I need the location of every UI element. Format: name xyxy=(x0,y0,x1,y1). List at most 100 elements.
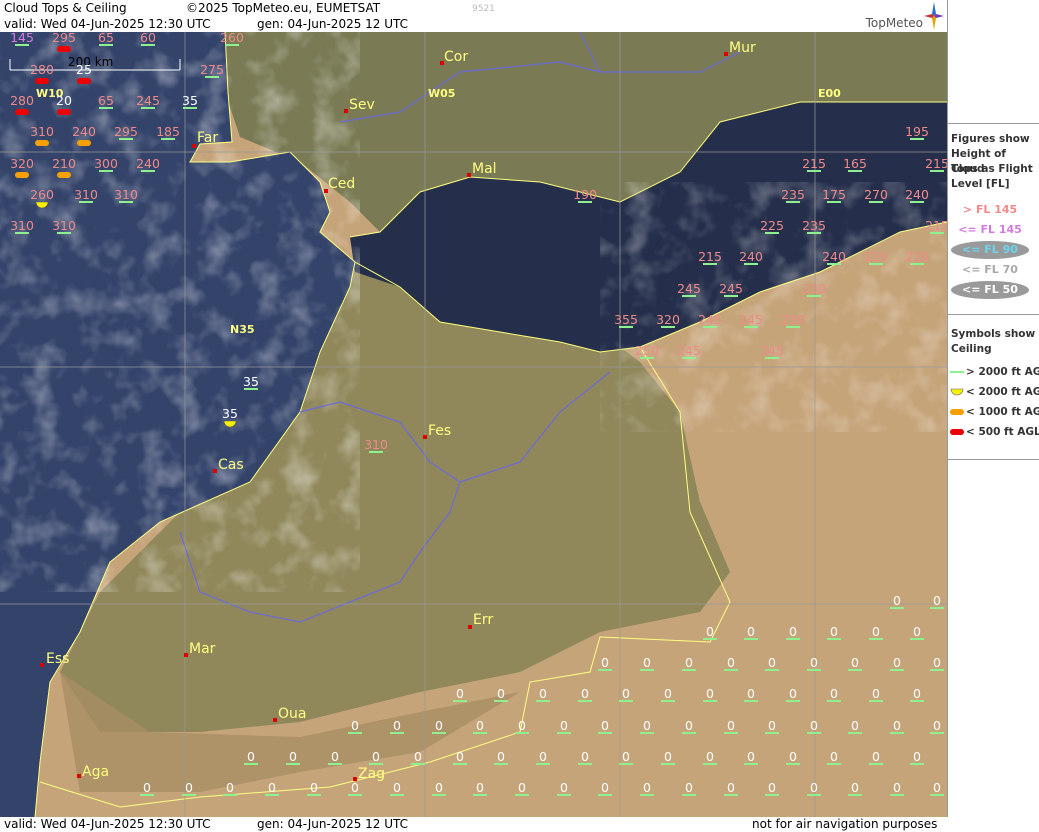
cloud-top-figure: 310 xyxy=(114,187,138,202)
cloud-top-figure: 310 xyxy=(30,124,54,139)
observation-station: 250 xyxy=(635,343,659,359)
cloud-top-figure: 175 xyxy=(822,187,846,202)
cloud-top-figure: 295 xyxy=(52,32,76,45)
cloud-top-figure: 0 xyxy=(226,780,234,795)
cloud-top-figure: 0 xyxy=(830,624,838,639)
cloud-top-figure: 0 xyxy=(331,749,339,764)
observation-station: 245 xyxy=(677,343,701,359)
city-dot xyxy=(192,144,196,148)
cloud-top-figure: 145 xyxy=(10,32,34,45)
cloud-top-figure: 0 xyxy=(747,749,755,764)
observation-station: 165 xyxy=(843,156,867,172)
city-aga: Aga xyxy=(82,764,109,780)
cloud-top-figure: 0 xyxy=(289,749,297,764)
city-dot xyxy=(468,625,472,629)
cloud-top-figure: 0 xyxy=(393,780,401,795)
cloud-top-figure: 0 xyxy=(706,624,714,639)
cloud-top-figure: 0 xyxy=(435,780,443,795)
footer-valid-time: valid: Wed 04-Jun-2025 12:30 UTC xyxy=(4,817,211,831)
cloud-top-figure: 0 xyxy=(747,686,755,701)
cloud-top-figure: 320 xyxy=(656,312,680,327)
legend-symbol-label: < 1000 ft AGL xyxy=(966,406,1039,418)
observation-station: 270 xyxy=(864,187,888,203)
cloud-top-figure: 0 xyxy=(497,686,505,701)
observation-station: 245 xyxy=(760,343,784,359)
observation-station: 245 xyxy=(136,93,160,109)
satellite-map[interactable]: 200 km W10 W05 E00 N35 Cor Mur Sev Far C… xyxy=(0,32,947,817)
cloud-top-figure: 0 xyxy=(372,749,380,764)
cloud-top-figure: 165 xyxy=(843,156,867,171)
cloud-top-figure: 0 xyxy=(185,780,193,795)
ceiling-pill-orange-icon xyxy=(950,409,964,415)
cloud-top-figure: 295 xyxy=(114,124,138,139)
cloud-top-figure: 0 xyxy=(810,780,818,795)
cloud-top-figure: 0 xyxy=(560,780,568,795)
cloud-top-figure: 0 xyxy=(685,655,693,670)
city-mal: Mal xyxy=(472,161,497,177)
cloud-top-figure: 0 xyxy=(581,749,589,764)
city-ess: Ess xyxy=(46,651,69,667)
cloud-top-figure: 0 xyxy=(664,749,672,764)
cloud-top-figure: 320 xyxy=(10,156,34,171)
ceiling-orange-pill-icon xyxy=(57,172,71,178)
cloud-top-figure: 60 xyxy=(140,32,156,45)
brand-name: TopMeteo xyxy=(865,16,923,30)
cloud-top-figure: 260 xyxy=(30,187,54,202)
ceiling-orange-pill-icon xyxy=(35,140,49,146)
cloud-top-figure: 0 xyxy=(622,749,630,764)
cloud-top-figure: 0 xyxy=(643,655,651,670)
cloud-top-figure: 0 xyxy=(268,780,276,795)
cloud-top-figure: 310 xyxy=(364,437,388,452)
cloud-top-figure: 0 xyxy=(393,718,401,733)
cloud-top-figure: 0 xyxy=(768,655,776,670)
legend-level-70: <= FL 70 xyxy=(962,263,1018,276)
cloud-top-figure: 225 xyxy=(760,218,784,233)
cloud-top-figure: 185 xyxy=(156,124,180,139)
cloud-top-figure: 190 xyxy=(573,187,597,202)
topmeteo-logo: TopMeteo xyxy=(847,0,945,32)
city-mur: Mur xyxy=(729,40,756,56)
cloud-top-figure: 0 xyxy=(913,686,921,701)
city-dot xyxy=(423,435,427,439)
observation-station: 300 xyxy=(94,156,118,172)
observation-station: 310 xyxy=(364,437,388,453)
cloud-top-figure: 0 xyxy=(539,686,547,701)
cloud-top-figure: 215 xyxy=(802,156,826,171)
observation-station: 310 xyxy=(52,218,76,234)
city-dot xyxy=(184,653,188,657)
cloud-top-figure: 0 xyxy=(789,624,797,639)
cloud-top-figure: 0 xyxy=(143,780,151,795)
cloud-top-figure: 0 xyxy=(622,686,630,701)
cloud-top-figure: 245 xyxy=(719,281,743,296)
legend-divider xyxy=(948,123,1039,124)
city-dot xyxy=(77,774,81,778)
cloud-top-figure: 240 xyxy=(72,124,96,139)
cloud-top-figure: 0 xyxy=(830,749,838,764)
disclaimer: not for air navigation purposes xyxy=(752,817,938,831)
observation-station: 175 xyxy=(822,187,846,203)
cloud-top-figure: 0 xyxy=(560,718,568,733)
observation-station: 240 xyxy=(136,156,160,172)
cloud-top-figure: 0 xyxy=(872,686,880,701)
map-footer: valid: Wed 04-Jun-2025 12:30 UTC gen: 04… xyxy=(0,817,1039,832)
observation-station: 185 xyxy=(156,124,180,140)
city-err: Err xyxy=(473,612,493,628)
cloud-top-figure: 0 xyxy=(685,780,693,795)
copyright-text: ©2025 TopMeteo.eu, EUMETSAT xyxy=(186,1,381,15)
cloud-top-figure: 215 xyxy=(925,156,947,171)
ceiling-semicircle-yellow-icon xyxy=(950,388,964,396)
city-oua: Oua xyxy=(278,706,306,722)
cloud-top-figure: 310 xyxy=(10,218,34,233)
generated-time: gen: 04-Jun-2025 12 UTC xyxy=(257,17,409,31)
city-far: Far xyxy=(197,130,218,146)
ceiling-red-pill-icon xyxy=(35,78,49,84)
map-header: Cloud Tops & Ceiling ©2025 TopMeteo.eu, … xyxy=(0,0,947,32)
cloud-top-figure: 230 xyxy=(781,312,805,327)
grid-label-n35: N35 xyxy=(230,323,255,336)
city-fes: Fes xyxy=(428,423,451,439)
city-ced: Ced xyxy=(328,176,355,192)
city-cor: Cor xyxy=(444,49,468,65)
legend-figures-title-1: Figures show xyxy=(951,133,1030,145)
observation-station: 195 xyxy=(905,124,929,140)
observation-station: 230 xyxy=(781,312,805,328)
